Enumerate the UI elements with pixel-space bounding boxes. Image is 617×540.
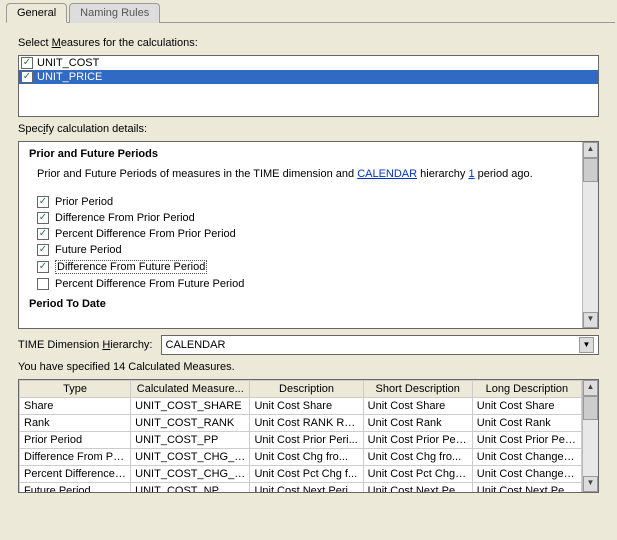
check-item[interactable]: ✓ Prior Period	[37, 194, 572, 210]
table-cell: Unit Cost Rank	[363, 415, 472, 432]
check-label: Prior Period	[55, 196, 113, 208]
table-row[interactable]: Difference From Pri...UNIT_COST_CHG_PPUn…	[20, 449, 582, 466]
table-cell: Prior Period	[20, 432, 131, 449]
table-cell: Future Period	[20, 483, 131, 493]
table-cell: Unit Cost Pct Chg f...	[363, 466, 472, 483]
scroll-thumb[interactable]	[583, 158, 598, 182]
table-row[interactable]: ShareUNIT_COST_SHAREUnit Cost ShareUnit …	[20, 398, 582, 415]
table-row[interactable]: Prior PeriodUNIT_COST_PPUnit Cost Prior …	[20, 432, 582, 449]
table-cell: Unit Cost Prior Peri...	[472, 432, 581, 449]
measures-list[interactable]: ✓ UNIT_COST ✓ UNIT_PRICE	[18, 55, 599, 117]
scroll-thumb[interactable]	[583, 396, 598, 420]
column-header[interactable]: Short Description	[363, 381, 472, 398]
check-item[interactable]: ✓ Percent Difference From Future Period	[37, 276, 572, 292]
summary-label: You have specified 14 Calculated Measure…	[18, 361, 599, 373]
checkbox[interactable]: ✓	[37, 212, 49, 224]
table-cell: Unit Cost Share	[472, 398, 581, 415]
table-cell: Unit Cost Next Peri...	[363, 483, 472, 493]
table-cell: UNIT_COST_CHG_PP	[131, 466, 250, 483]
checkbox[interactable]: ✓	[37, 244, 49, 256]
measure-row[interactable]: ✓ UNIT_COST	[19, 56, 598, 70]
table-cell: Unit Cost Next Peri...	[472, 483, 581, 493]
period-checklist: ✓ Prior Period ✓ Difference From Prior Peri…	[37, 194, 572, 292]
check-item[interactable]: ✓ Percent Difference From Prior Period	[37, 226, 572, 242]
section-title: Prior and Future Periods	[29, 148, 572, 160]
tab-naming-rules[interactable]: Naming Rules	[69, 3, 160, 23]
table-cell: Share	[20, 398, 131, 415]
check-label: Difference From Prior Period	[55, 212, 195, 224]
table-cell: UNIT_COST_SHARE	[131, 398, 250, 415]
scroll-down-button[interactable]: ▼	[583, 476, 598, 492]
select-measures-label: Select Measures for the calculations:	[18, 37, 599, 49]
table-cell: Unit Cost Chg fro...	[250, 449, 363, 466]
checkbox[interactable]: ✓	[21, 71, 33, 83]
check-label: Percent Difference From Prior Period	[55, 228, 236, 240]
checkbox[interactable]: ✓	[37, 196, 49, 208]
select-value: CALENDAR	[166, 339, 226, 351]
table-cell: Unit Cost Chg fro...	[363, 449, 472, 466]
check-item[interactable]: ✓ Difference From Future Period	[37, 258, 572, 276]
scroll-up-button[interactable]: ▲	[583, 142, 598, 158]
table-cell: UNIT_COST_PP	[131, 432, 250, 449]
table-cell: Unit Cost Share	[250, 398, 363, 415]
check-label: Difference From Future Period	[55, 260, 207, 274]
checkbox[interactable]: ✓	[21, 57, 33, 69]
table-cell: Difference From Pri...	[20, 449, 131, 466]
tab-general[interactable]: General	[6, 3, 67, 23]
table-cell: Unit Cost Rank	[472, 415, 581, 432]
scroll-down-button[interactable]: ▼	[583, 312, 598, 328]
measure-label: UNIT_PRICE	[37, 71, 102, 83]
table-cell: Unit Cost Share	[363, 398, 472, 415]
specify-details-label: Specify calculation details:	[18, 123, 599, 135]
table-cell: Unit Cost Change f...	[472, 449, 581, 466]
table-cell: Rank	[20, 415, 131, 432]
column-header[interactable]: Calculated Measure...	[131, 381, 250, 398]
table-cell: Unit Cost Pct Chg f...	[250, 466, 363, 483]
table-cell: Percent Difference ...	[20, 466, 131, 483]
measure-row[interactable]: ✓ UNIT_PRICE	[19, 70, 598, 84]
table-scrollbar[interactable]: ▲ ▼	[582, 380, 598, 492]
calculated-measures-table: TypeCalculated Measure...DescriptionShor…	[18, 379, 599, 493]
checkbox[interactable]: ✓	[37, 278, 49, 290]
period-to-date-title: Period To Date	[29, 298, 572, 310]
table-cell: UNIT_COST_RANK	[131, 415, 250, 432]
table-cell: Unit Cost Change f...	[472, 466, 581, 483]
section-text: Prior and Future Periods of measures in …	[37, 166, 564, 184]
check-item[interactable]: ✓ Difference From Prior Period	[37, 210, 572, 226]
dimension-hierarchy-select[interactable]: CALENDAR ▼	[161, 335, 600, 355]
column-header[interactable]: Long Description	[472, 381, 581, 398]
scroll-up-button[interactable]: ▲	[583, 380, 598, 396]
column-header[interactable]: Type	[20, 381, 131, 398]
tab-bar: General Naming Rules	[6, 2, 615, 23]
table-cell: Unit Cost Prior Peri...	[363, 432, 472, 449]
dimension-hierarchy-label: TIME Dimension Hierarchy:	[18, 339, 153, 351]
table-row[interactable]: Percent Difference ...UNIT_COST_CHG_PPUn…	[20, 466, 582, 483]
table-row[interactable]: Future PeriodUNIT_COST_NPUnit Cost Next …	[20, 483, 582, 493]
check-label: Future Period	[55, 244, 122, 256]
check-label: Percent Difference From Future Period	[55, 278, 244, 290]
table-cell: Unit Cost Prior Peri...	[250, 432, 363, 449]
table-cell: UNIT_COST_NP	[131, 483, 250, 493]
chevron-down-icon: ▼	[579, 337, 594, 353]
table-cell: Unit Cost Next Peri...	[250, 483, 363, 493]
calendar-link[interactable]: CALENDAR	[357, 168, 417, 180]
column-header[interactable]: Description	[250, 381, 363, 398]
check-item[interactable]: ✓ Future Period	[37, 242, 572, 258]
table-cell: Unit Cost RANK Rank	[250, 415, 363, 432]
details-scrollbar[interactable]: ▲ ▼	[582, 142, 598, 328]
table-cell: UNIT_COST_CHG_PP	[131, 449, 250, 466]
checkbox[interactable]: ✓	[37, 261, 49, 273]
calculation-details-panel: Prior and Future Periods Prior and Futur…	[18, 141, 599, 329]
measure-label: UNIT_COST	[37, 57, 99, 69]
table-row[interactable]: RankUNIT_COST_RANKUnit Cost RANK RankUni…	[20, 415, 582, 432]
checkbox[interactable]: ✓	[37, 228, 49, 240]
